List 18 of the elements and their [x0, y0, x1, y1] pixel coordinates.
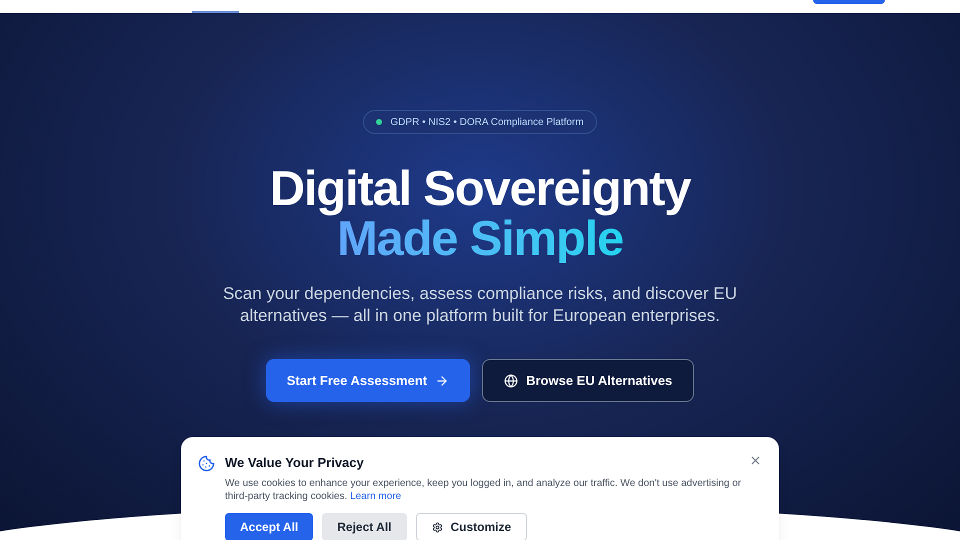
- cookie-icon: [198, 455, 215, 472]
- cookie-title: We Value Your Privacy: [225, 454, 365, 472]
- hero-subtitle: Scan your dependencies, assess compliance risks, and discover EU alternatives — all in one platform built for European enterprises.: [222, 283, 738, 327]
- cookie-choice-button[interactable]: Customize: [416, 513, 528, 540]
- cookie-text: We use cookies to enhance your experience, keep you logged in, and analyze our traffic. We don't use advertising or third-party tracking cookies. Learn more: [225, 477, 742, 503]
- arrow-right-icon: [435, 374, 450, 388]
- cookie-choice-button[interactable]: Reject All: [322, 513, 406, 540]
- hero-title: Digital Sovereignty: [270, 163, 690, 215]
- globe-icon: [504, 374, 518, 388]
- cookie-choice-button[interactable]: Accept All: [225, 513, 314, 540]
- settings-icon: [432, 522, 442, 532]
- nav-button[interactable]: [813, 0, 885, 4]
- start-assessment-button[interactable]: Start Free Assessment: [266, 359, 470, 402]
- active-tab-indicator: [192, 11, 239, 13]
- badge-text: GDPR • NIS2 • DORA Compliance Platform: [390, 116, 584, 130]
- browse-alternatives-button[interactable]: Browse EU Alternatives: [482, 359, 694, 402]
- learn-more-link[interactable]: Learn more: [350, 491, 402, 502]
- close-icon[interactable]: [749, 454, 762, 467]
